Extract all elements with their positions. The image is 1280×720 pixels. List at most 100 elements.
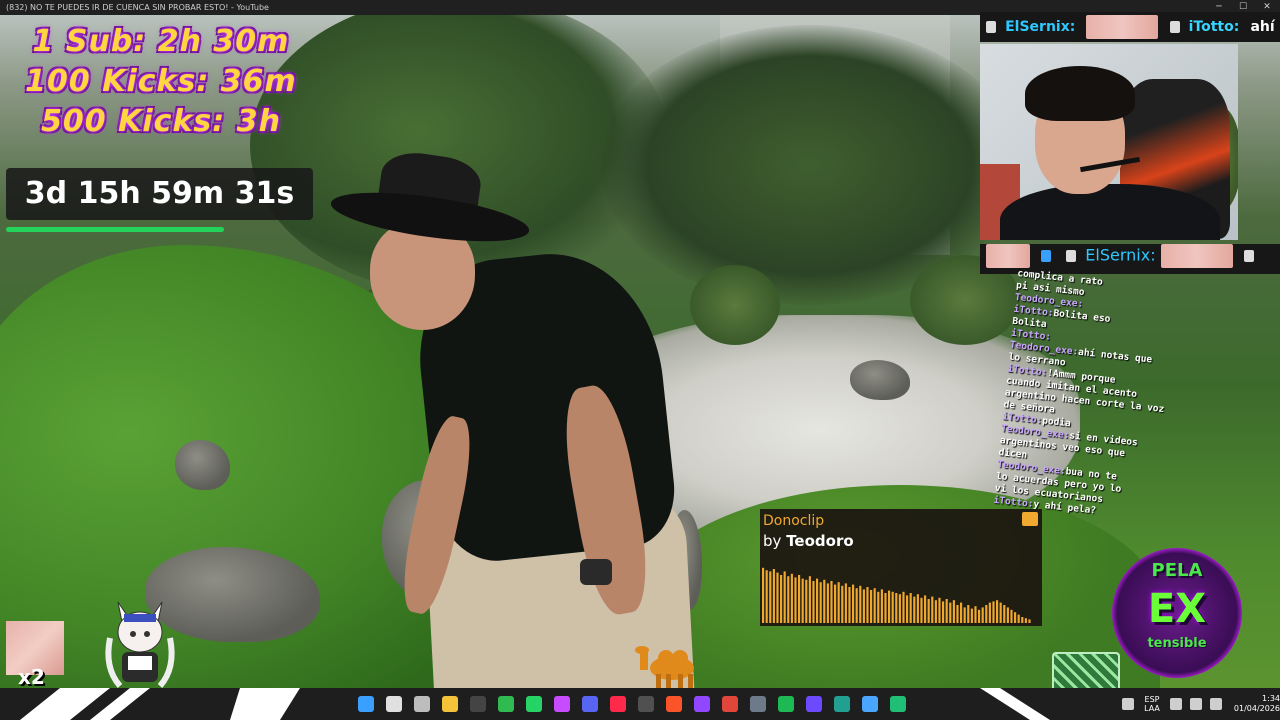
waveform-bar <box>974 606 977 623</box>
clock[interactable]: 1:34 01/04/2026 <box>1232 694 1280 714</box>
waveform-bar <box>780 575 783 623</box>
waveform-bar <box>927 599 930 623</box>
goal-line: 500 Kicks: 3h <box>41 104 281 139</box>
chat-text: ahí n <box>1250 19 1280 35</box>
waveform-bar <box>1028 619 1031 623</box>
waveform-bar <box>895 593 898 623</box>
search-icon[interactable] <box>386 696 402 712</box>
badge-icon <box>1169 21 1180 33</box>
waveform-bar <box>949 602 952 623</box>
chat-ticker-top: ElSernix: iTotto: ahí n <box>980 12 1280 42</box>
person-with-hat <box>328 148 710 688</box>
waveform-bar <box>823 579 826 623</box>
messenger-icon[interactable] <box>554 696 570 712</box>
steam-icon[interactable] <box>750 696 766 712</box>
waveform-bar <box>985 605 988 623</box>
waveform-bar <box>855 588 858 623</box>
timer-progress-fill <box>6 227 224 232</box>
donoclip-widget: Donoclip by Teodoro <box>760 509 1042 626</box>
terminal-icon[interactable] <box>834 696 850 712</box>
waveform-bar <box>981 607 984 623</box>
chat-username: ElSernix: <box>1005 19 1076 35</box>
taskbar-pinned-apps <box>352 688 912 720</box>
chat-username: iTotto: <box>1188 19 1240 35</box>
waveform-bar <box>866 587 869 623</box>
waveform-bar <box>938 597 941 623</box>
proton-vpn-icon[interactable] <box>806 696 822 712</box>
waveform-bar <box>888 590 891 623</box>
emote-icon <box>1086 15 1159 39</box>
donoclip-donor-name: Teodoro <box>786 532 854 550</box>
camera-icon <box>1022 512 1038 526</box>
keyboard-layout: LAA <box>1144 704 1160 713</box>
gaming-app-icon[interactable] <box>890 696 906 712</box>
multiplier-label: x2 <box>18 665 45 689</box>
donoclip-donor: by Teodoro <box>763 531 854 551</box>
xbox-icon[interactable] <box>498 696 514 712</box>
logo-top-text: PELA <box>1151 560 1203 581</box>
chrome-icon[interactable] <box>722 696 738 712</box>
epic-games-icon[interactable] <box>470 696 486 712</box>
windows-taskbar: ESP LAA 1:34 01/04/2026 <box>0 688 1280 720</box>
task-view-icon[interactable] <box>414 696 430 712</box>
waveform-bar <box>898 594 901 623</box>
waveform-bar <box>762 567 765 623</box>
input-language[interactable]: ESP LAA <box>1138 695 1166 713</box>
language-code: ESP <box>1144 695 1160 704</box>
waveform-bar <box>945 599 948 623</box>
battery-icon[interactable] <box>1210 698 1222 710</box>
waveform-bar <box>916 594 919 623</box>
waveform-bar <box>956 605 959 623</box>
waveform-bar <box>1003 605 1006 623</box>
streamer-body <box>1000 184 1220 240</box>
waveform-bar <box>920 597 923 623</box>
waveform-bar <box>1006 607 1009 623</box>
whatsapp-icon[interactable] <box>526 696 542 712</box>
volume-icon[interactable] <box>1190 698 1202 710</box>
waveform-bar <box>859 585 862 623</box>
window-title: (832) NO TE PUEDES IR DE CUENCA SIN PROB… <box>6 3 269 12</box>
waveform-bar <box>805 579 808 623</box>
clock-date: 01/04/2026 <box>1233 704 1280 713</box>
opera-gx-icon[interactable] <box>610 696 626 712</box>
waveform-bar <box>942 601 945 623</box>
goal-line: 1 Sub: 2h 30m <box>32 24 290 59</box>
waveform-bar <box>830 581 833 623</box>
timer-text: 3d 15h 59m 31s <box>24 176 295 211</box>
waveform-bar <box>880 589 883 623</box>
waveform-bar <box>783 571 786 623</box>
waveform-bar <box>808 576 811 623</box>
spotify-icon[interactable] <box>778 696 794 712</box>
discord-icon[interactable] <box>582 696 598 712</box>
network-icon[interactable] <box>1170 698 1182 710</box>
obs-icon[interactable] <box>638 696 654 712</box>
twitch-icon[interactable] <box>694 696 710 712</box>
subscription-goals: 1 Sub: 2h 30m 100 Kicks: 36m 500 Kicks: … <box>16 22 306 142</box>
badge-icon <box>1243 250 1254 262</box>
windows-start-icon[interactable] <box>358 696 374 712</box>
waveform-bar <box>1010 609 1013 623</box>
wrist-watch <box>580 559 612 585</box>
brave-icon[interactable] <box>666 696 682 712</box>
file-explorer-icon[interactable] <box>442 696 458 712</box>
waveform-bar <box>852 584 855 623</box>
donoclip-by-label: by <box>763 532 782 550</box>
waveform-bar <box>801 578 804 623</box>
waveform-bar <box>902 591 905 623</box>
microphone-icon[interactable] <box>1122 698 1134 710</box>
waveform-bar <box>877 591 880 623</box>
emote-icon <box>1160 244 1233 268</box>
waveform-bar <box>816 578 819 623</box>
waveform-bar <box>794 577 797 623</box>
timer-progress-bar <box>6 227 313 233</box>
waveform-bar <box>826 583 829 623</box>
subathon-timer: 3d 15h 59m 31s <box>6 168 313 220</box>
waveform-bar <box>1021 617 1024 623</box>
waveform-bar <box>873 588 876 623</box>
waveform-bar <box>963 607 966 623</box>
notepad-icon[interactable] <box>862 696 878 712</box>
waveform-bar <box>931 596 934 623</box>
waveform-bar <box>988 602 991 623</box>
waveform-bar <box>992 601 995 623</box>
donoclip-title: Donoclip <box>763 513 825 529</box>
